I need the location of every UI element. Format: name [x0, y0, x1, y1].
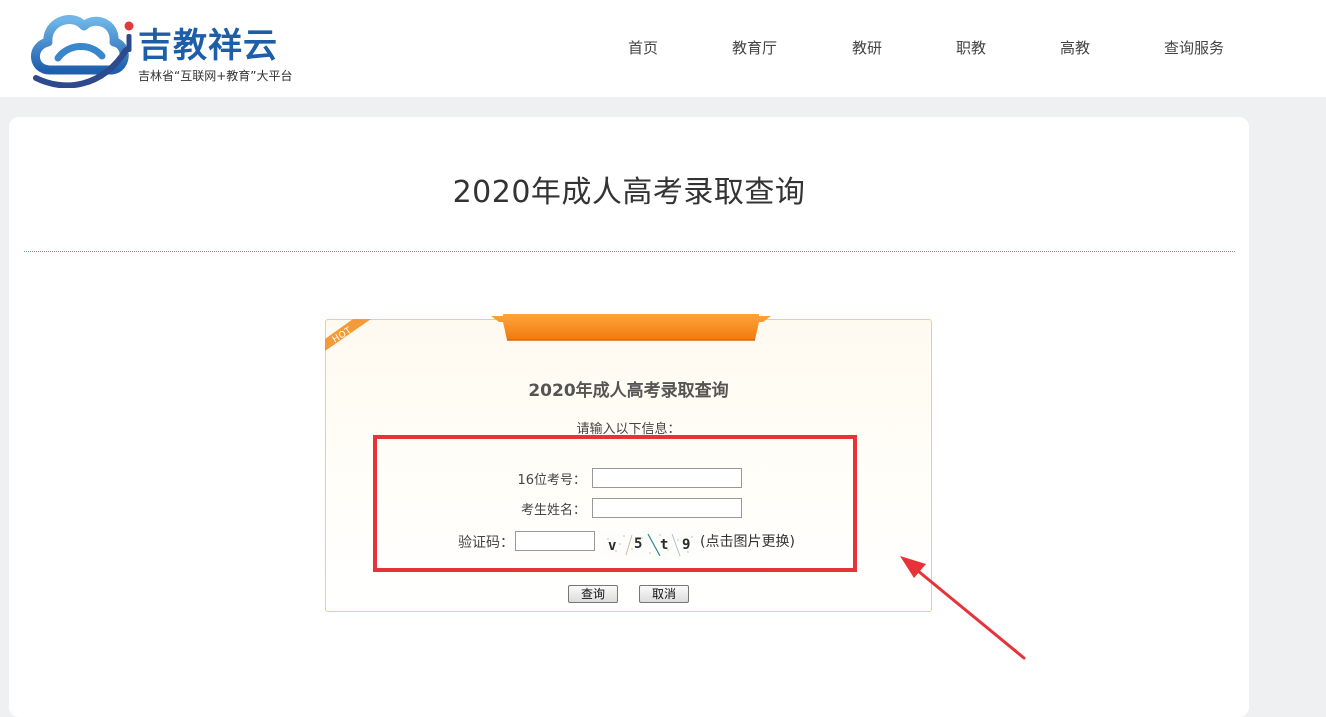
- form-title: 2020年成人高考录取查询: [528, 381, 729, 401]
- nav-item-vocational[interactable]: 职教: [956, 37, 986, 58]
- nav-item-higher-edu[interactable]: 高教: [1060, 37, 1090, 58]
- ribbon-banner: [491, 314, 771, 341]
- nav-item-research[interactable]: 教研: [852, 37, 882, 58]
- cancel-button[interactable]: 取消: [639, 585, 689, 603]
- nav-item-query-service[interactable]: 查询服务: [1164, 37, 1224, 58]
- nav-item-home[interactable]: 首页: [628, 37, 658, 58]
- hot-corner-badge: HOT: [325, 319, 375, 355]
- site-header: 吉教祥云 吉林省“互联网+教育”大平台 首页 教育厅 教研 职教 高教 查询服务: [0, 0, 1326, 97]
- annotation-arrow: [900, 556, 1026, 660]
- main-nav: 首页 教育厅 教研 职教 高教 查询服务: [0, 37, 1326, 57]
- title-divider: [24, 251, 1235, 252]
- annotation-highlight-box: [373, 435, 857, 572]
- submit-query-button[interactable]: 查询: [568, 585, 618, 603]
- page-title: 2020年成人高考录取查询: [452, 175, 806, 210]
- content-panel: 2020年成人高考录取查询 HOT 2020年成人高考录取查询 请输入以下信息：…: [9, 117, 1249, 717]
- nav-item-education-dept[interactable]: 教育厅: [732, 37, 777, 58]
- brand-slogan: 吉林省“互联网+教育”大平台: [138, 69, 293, 83]
